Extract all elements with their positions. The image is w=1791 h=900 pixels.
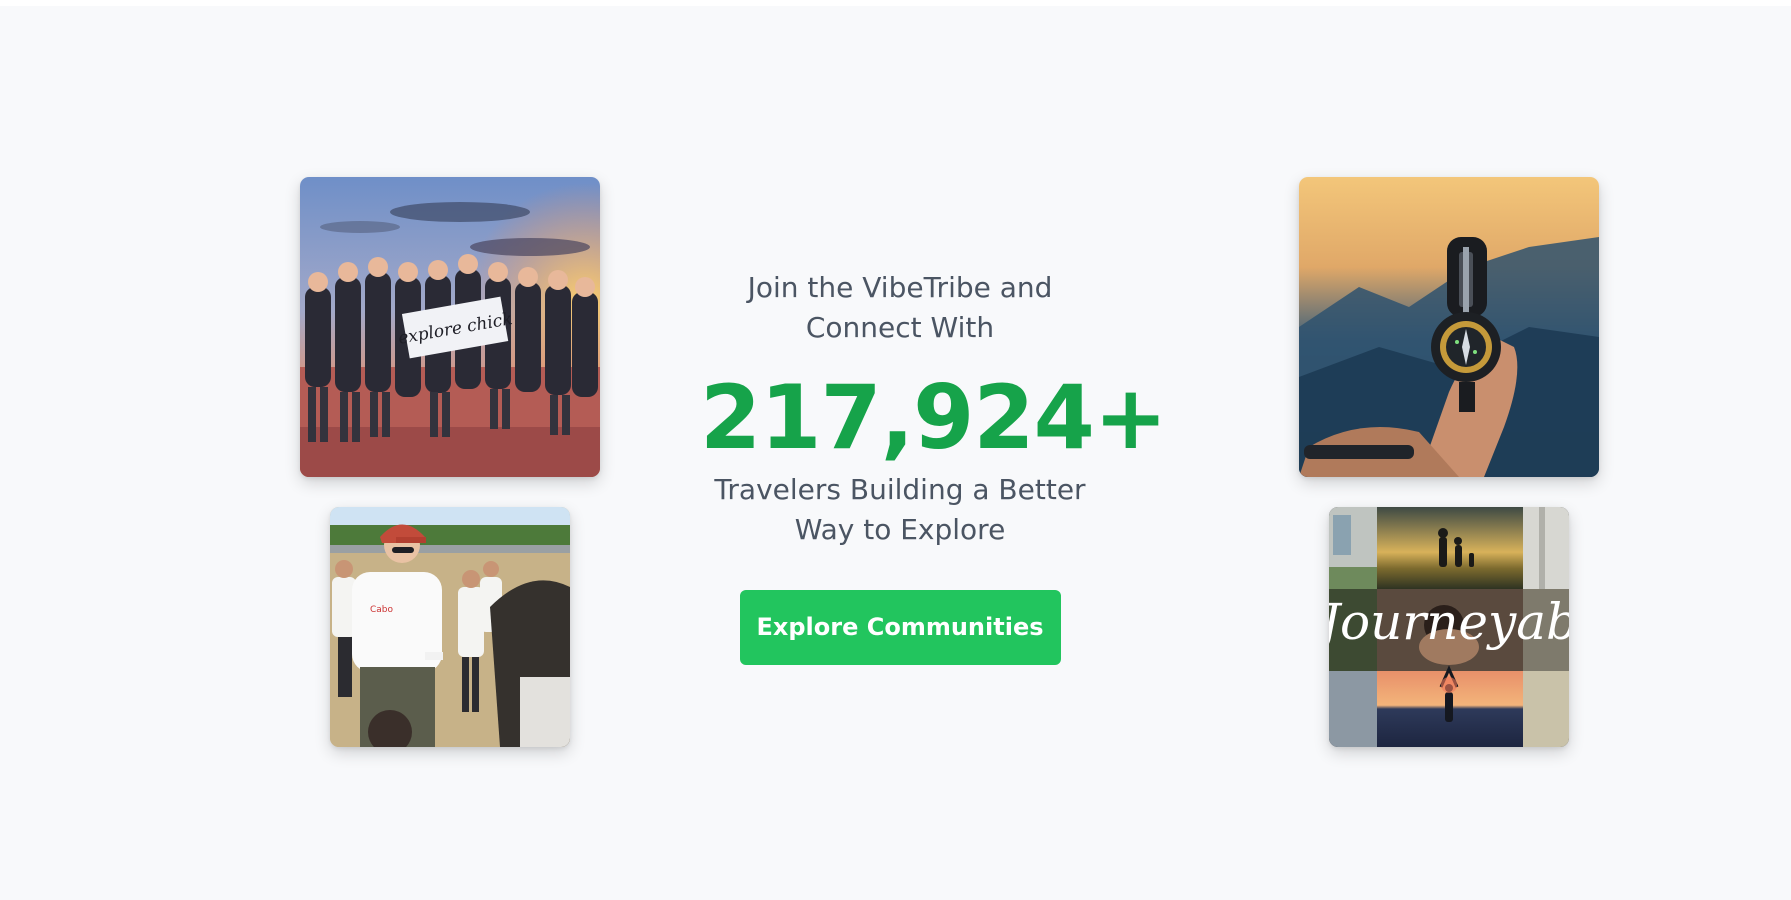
group-travelers-photo: explore chick [300, 177, 600, 477]
journey-collage-photo: Journeyab [1329, 507, 1569, 747]
traveler-count: 217,924+ [700, 366, 1168, 469]
journey-overlay-text: Journeyab [1329, 593, 1569, 651]
journey-collage-image: Journeyab [1329, 507, 1569, 747]
community-section: explore chick Cabo Join the VibeTribe an… [0, 6, 1791, 900]
explore-communities-button[interactable]: Explore Communities [739, 590, 1061, 665]
hero-lead-line-2: Connect With [805, 311, 995, 344]
volunteer-children-image: Cabo [330, 507, 570, 747]
hero-content: Join the VibeTribe and Connect With 217,… [700, 268, 1168, 665]
hero-tail: Travelers Building a Better Way to Explo… [700, 470, 1100, 550]
compass-photo [1299, 177, 1599, 477]
hero-tail-line-1: Travelers Building a Better [714, 473, 1086, 506]
hero-tail-line-2: Way to Explore [794, 513, 1006, 546]
group-travelers-image: explore chick [300, 177, 600, 477]
volunteer-children-photo: Cabo [330, 507, 570, 747]
hero-lead: Join the VibeTribe and Connect With [700, 268, 1100, 348]
svg-text:Cabo: Cabo [370, 605, 394, 615]
hero-lead-line-1: Join the VibeTribe and [747, 271, 1053, 304]
compass-image [1299, 177, 1599, 477]
